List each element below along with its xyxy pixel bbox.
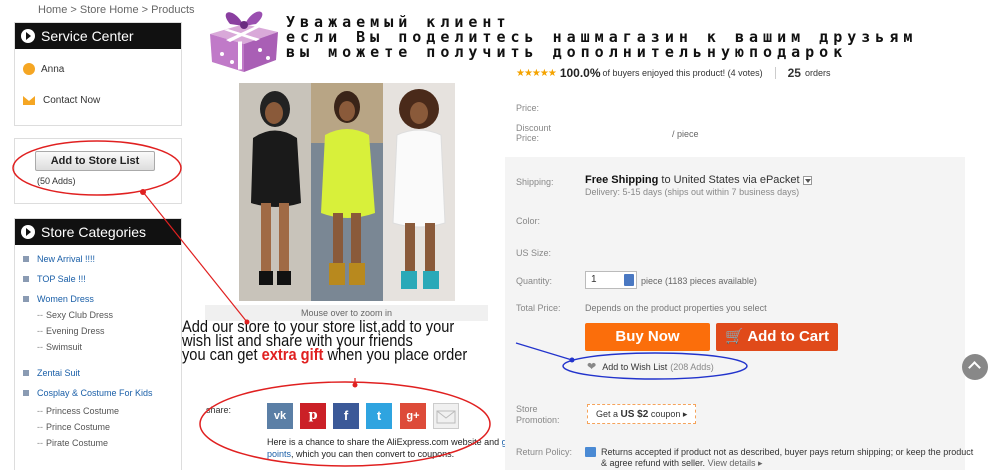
breadcrumb[interactable]: Home > Store Home > Products (38, 4, 195, 16)
shipping-label: Shipping: (516, 177, 554, 187)
google-plus-share-icon[interactable]: g+ (400, 403, 426, 429)
gift-box-icon (210, 11, 278, 72)
category-item[interactable]: TOP Sale !!! (15, 271, 181, 287)
twitter-share-icon[interactable]: t (366, 403, 392, 429)
pinterest-share-icon[interactable]: p (300, 403, 326, 429)
bullet-square-icon (23, 390, 29, 396)
subcategory-item[interactable]: -- Prince Costume (15, 419, 181, 435)
bullet-square-icon (23, 370, 29, 376)
rating-stars-icon: ★★★★★ (516, 67, 557, 79)
wish-list-link[interactable]: Add to Wish List (602, 362, 667, 372)
orders-label: orders (804, 68, 831, 78)
contact-now-link[interactable]: Contact Now (43, 95, 100, 106)
shipping-option[interactable]: Free Shipping to United States via ePack… (585, 174, 812, 186)
contact-name[interactable]: Anna (41, 64, 64, 75)
arrow-circle-icon (21, 225, 35, 239)
subcategory-label[interactable]: Prince Costume (46, 419, 110, 435)
price-label: Price: (516, 103, 540, 113)
add-to-wish-list[interactable]: ❤ Add to Wish List (208 Adds) (587, 360, 714, 373)
product-detail-panel: Price: Discount Price: / piece Shipping:… (505, 85, 965, 470)
buy-now-button[interactable]: Buy Now (585, 323, 710, 351)
orders-count: 25 (787, 66, 801, 80)
share-description: Here is a chance to share the AliExpress… (267, 436, 517, 460)
cart-icon: 🛒 (725, 328, 744, 345)
category-item[interactable]: Cosplay & Costume For Kids (15, 387, 181, 399)
product-image[interactable] (239, 83, 455, 301)
return-policy-label: Return Policy: (516, 447, 573, 457)
extra-gift-highlight: extra gift (261, 345, 324, 364)
divider (774, 67, 776, 79)
category-item[interactable]: New Arrival !!!! (15, 251, 181, 267)
subcategory-item[interactable]: -- Evening Dress (15, 323, 181, 339)
scroll-to-top-button[interactable] (962, 354, 988, 380)
online-status-icon (23, 63, 35, 75)
view-details-link[interactable]: View details ▸ (708, 458, 763, 468)
share-label: share: (206, 405, 232, 415)
delivery-estimate: Delivery: 5-15 days (ships out within 7 … (585, 187, 800, 197)
rating-text[interactable]: of buyers enjoyed this product! (4 votes… (603, 68, 763, 78)
banner-text-line: вы можете получить дополнительнуюподарок (286, 43, 848, 61)
quantity-availability: piece (1183 pieces available) (641, 276, 757, 286)
vk-share-icon[interactable]: vk (267, 403, 293, 429)
return-policy-icon (585, 447, 596, 457)
category-label[interactable]: Women Dress (37, 291, 94, 307)
store-promotion-label: Store Promotion: (516, 404, 560, 425)
total-price-label: Total Price: (516, 303, 561, 313)
subcategory-label[interactable]: Pirate Costume (46, 435, 108, 451)
category-label[interactable]: Zentai Suit (37, 365, 80, 381)
subcategory-label[interactable]: Swimsuit (46, 339, 82, 355)
store-list-panel: Add to Store List (50 Adds) (14, 138, 182, 204)
quantity-label: Quantity: (516, 276, 553, 286)
quantity-stepper[interactable] (624, 274, 634, 286)
subcategory-item[interactable]: -- Swimsuit (15, 339, 181, 355)
shipping-destination[interactable]: United States via ePacket (674, 174, 800, 186)
rating-percent: 100.0% (559, 66, 601, 80)
contact-person-row[interactable]: Anna (15, 63, 181, 75)
discount-price-label: Discount Price: (516, 123, 552, 143)
bullet-square-icon (23, 296, 29, 302)
per-piece-unit: / piece (672, 129, 699, 139)
contact-now-row[interactable]: Contact Now (15, 95, 181, 106)
annotation-line: you can get extra gift when you place or… (182, 345, 468, 364)
store-categories-panel: Store Categories New Arrival !!!! TOP Sa… (14, 218, 182, 470)
promo-annotation: Add our store to your store list,add to … (182, 318, 468, 364)
wish-list-count: (208 Adds) (670, 361, 714, 372)
store-adds-count: (50 Adds) (37, 176, 76, 186)
quantity-input[interactable]: 1 (585, 271, 637, 289)
bullet-square-icon (23, 276, 29, 282)
subcategory-item[interactable]: -- Sexy Club Dress (15, 307, 181, 323)
email-share-icon[interactable] (433, 403, 459, 429)
chevron-down-icon[interactable] (802, 175, 812, 185)
heart-icon: ❤ (587, 361, 597, 373)
bullet-square-icon (23, 256, 29, 262)
subcategory-label[interactable]: Sexy Club Dress (46, 307, 113, 323)
coupon-button[interactable]: Get a US $2 coupon ▸ (587, 404, 697, 424)
subcategory-label[interactable]: Evening Dress (46, 323, 105, 339)
return-policy-text: Returns accepted if product not as descr… (601, 447, 974, 468)
category-item[interactable]: Women Dress (15, 291, 181, 307)
total-price-info: Depends on the product properties you se… (585, 303, 767, 313)
store-categories-header: Store Categories (15, 219, 181, 245)
free-shipping-text: Free Shipping (585, 174, 659, 186)
store-categories-title: Store Categories (41, 224, 147, 240)
subcategory-label[interactable]: Princess Costume (46, 403, 119, 419)
facebook-share-icon[interactable]: f (333, 403, 359, 429)
service-center-panel: Service Center Anna Contact Now (14, 22, 182, 126)
envelope-icon (23, 96, 35, 105)
add-to-store-list-button[interactable]: Add to Store List (35, 151, 155, 171)
category-label[interactable]: Cosplay & Costume For Kids (37, 387, 157, 399)
category-item[interactable]: Zentai Suit (15, 365, 181, 381)
rating-row: ★★★★★ 100.0% of buyers enjoyed this prod… (516, 66, 831, 80)
category-label[interactable]: TOP Sale !!! (37, 271, 86, 287)
category-label[interactable]: New Arrival !!!! (37, 251, 95, 267)
arrow-circle-icon (21, 29, 35, 43)
category-list: New Arrival !!!! TOP Sale !!! Women Dres… (15, 245, 181, 451)
add-to-cart-button[interactable]: 🛒 Add to Cart (716, 323, 838, 351)
size-label: US Size: (516, 248, 552, 258)
service-center-header: Service Center (15, 23, 181, 49)
subcategory-item[interactable]: -- Pirate Costume (15, 435, 181, 451)
service-center-title: Service Center (41, 28, 134, 44)
subcategory-item[interactable]: -- Princess Costume (15, 403, 181, 419)
color-label: Color: (516, 216, 541, 226)
